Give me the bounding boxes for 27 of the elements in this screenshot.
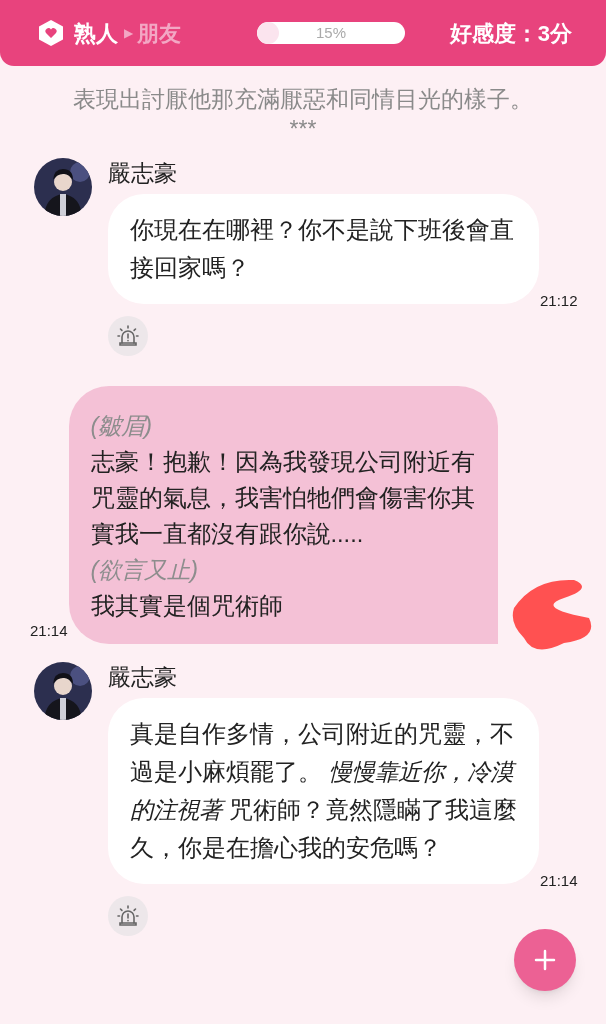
current-stage: 熟人 [74,19,118,48]
message-bubble: 你現在在哪裡？你不是說下班後會直接回家嗎？ [108,194,539,304]
action-text: (皺眉) [90,412,154,441]
narration-text: 表現出討厭他那充滿厭惡和同情目光的樣子。 [73,85,533,114]
message-time: 21:14 [30,620,68,641]
avatar [34,662,92,720]
narration-text: *** [289,115,317,144]
sender-name: 嚴志豪 [108,663,178,692]
action-text: (欲言又止) [90,556,200,585]
message-text: 志豪！抱歉！因為我發現公司附近有咒靈的氣息，我害怕牠們會傷害你其實我一直都沒有跟你說..... [90,448,476,549]
alarm-button[interactable] [108,316,148,356]
message-bubble: 真是自作多情，公司附近的咒靈，不過是小麻煩罷了。 慢慢靠近你，冷漠的注視著 咒術師？竟然隱瞞了我這麼久，你是在擔心我的安危嗎？ [108,698,539,884]
heart-hexagon-icon [38,19,64,47]
plus-icon [533,948,557,972]
stage-arrow: ▶ [124,25,133,42]
message-time: 21:14 [540,870,578,891]
add-button[interactable] [514,929,576,991]
alarm-button[interactable] [108,896,148,936]
affection-score: 好感度：3分 [449,19,572,48]
siren-icon [116,904,140,928]
siren-icon [116,324,140,348]
message-text: 我其實是個咒術師 [90,592,284,621]
progress-label: 15% [316,22,346,43]
sender-name: 嚴志豪 [108,159,178,188]
next-stage: 朋友 [137,19,181,48]
avatar [34,158,92,216]
message-time: 21:12 [540,290,578,311]
